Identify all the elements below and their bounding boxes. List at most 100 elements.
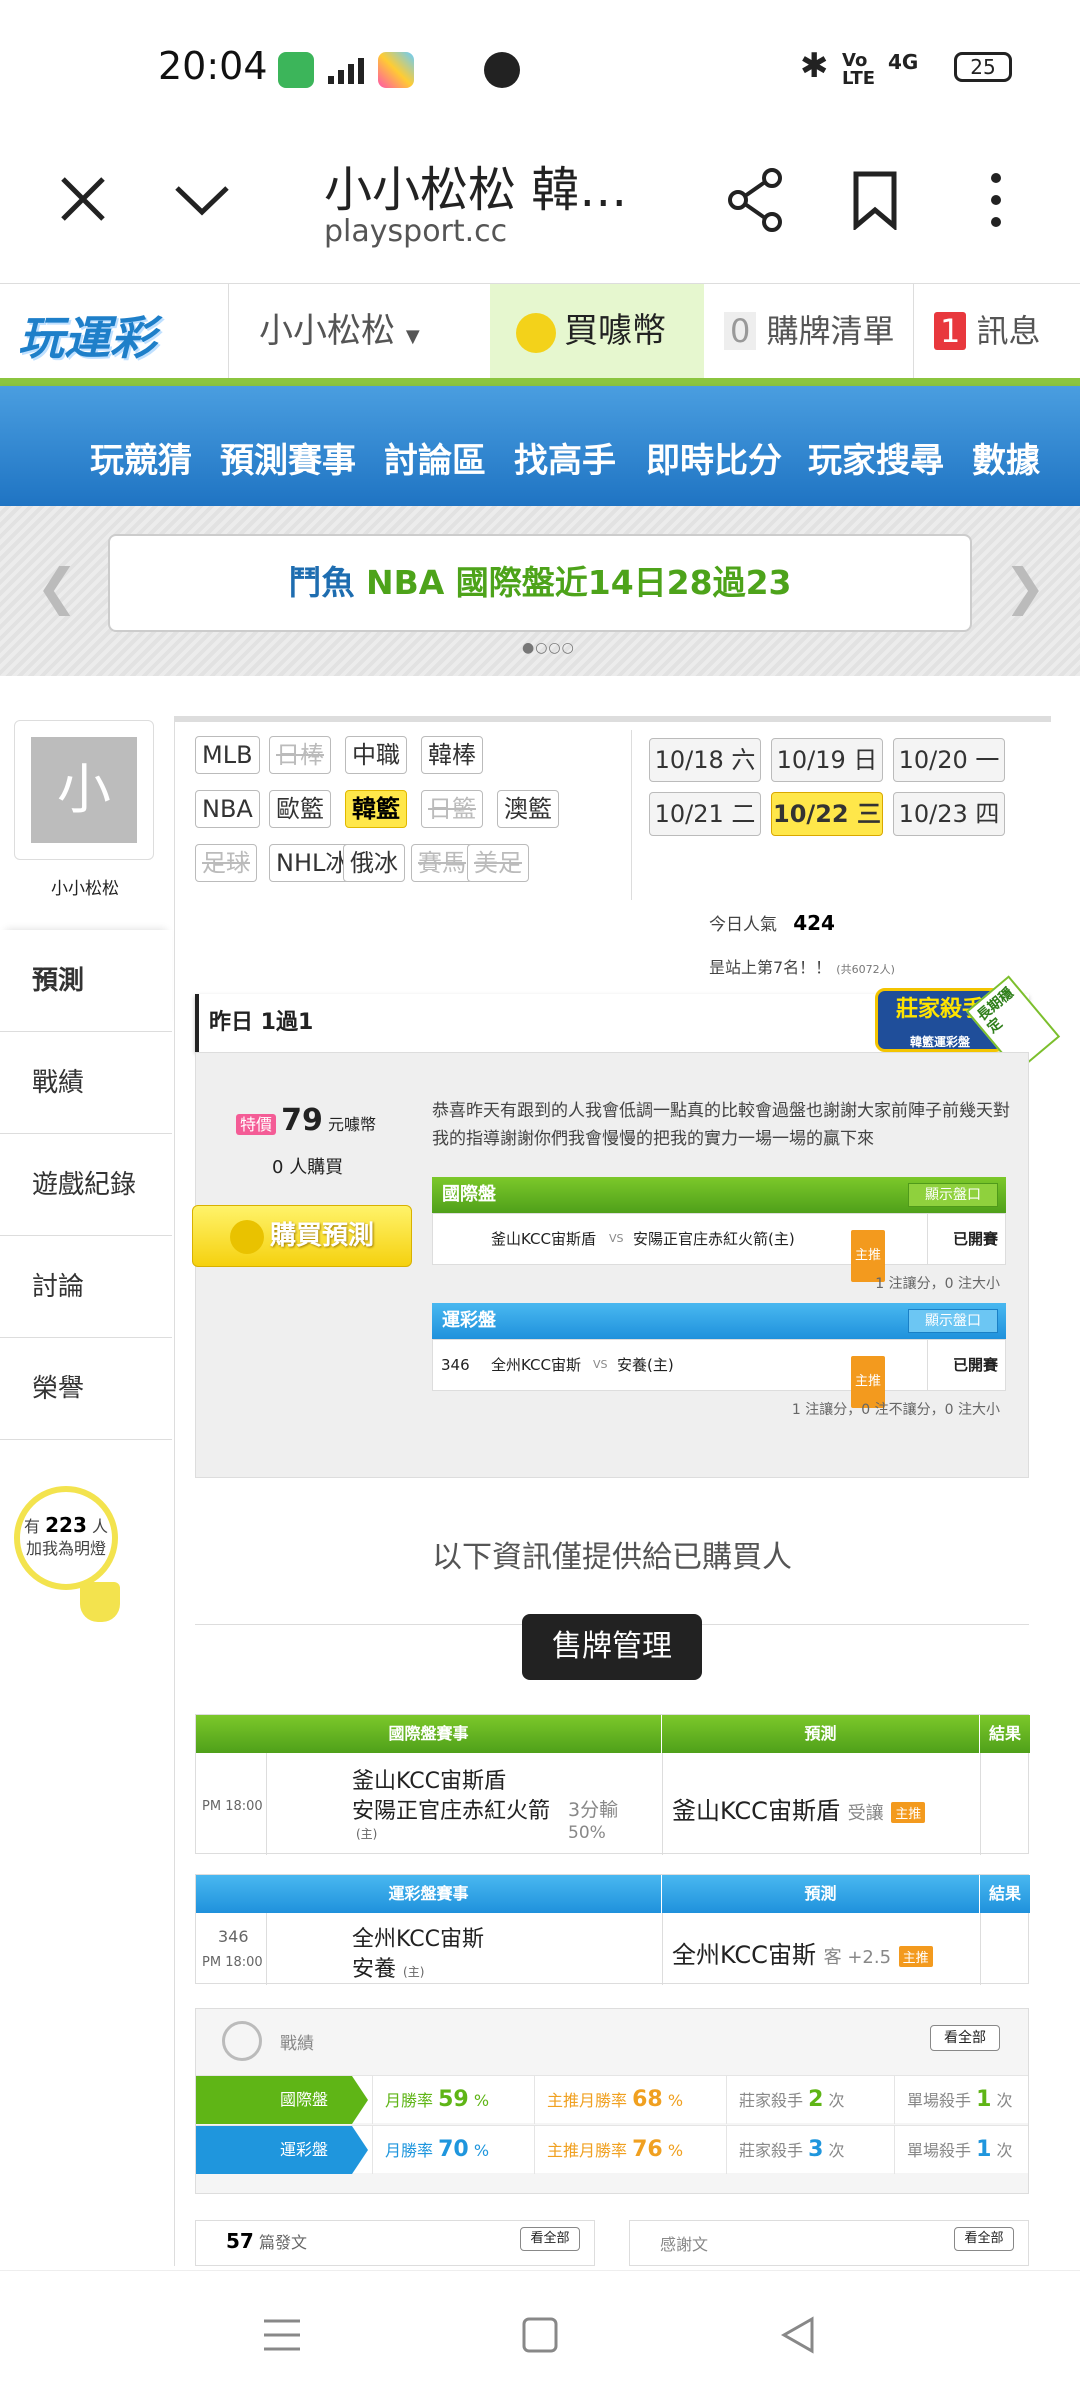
main-pick-badge: 主推 [898, 1945, 933, 1967]
posts-see-all-button[interactable]: 看全部 [520, 2227, 580, 2251]
promo-banner[interactable]: 鬥魚 NBA 國際盤近14日28過23 [108, 534, 972, 632]
posts-label: 篇發文 [258, 2233, 307, 2252]
record-row-name: 運彩盤 [280, 2140, 329, 2159]
buy-prediction-button[interactable]: 購買預測 [192, 1205, 412, 1267]
date-filter-item[interactable]: 10/20 一 [893, 738, 1005, 782]
intl-line: 3分輸 [568, 1799, 619, 1821]
sport-filter-item[interactable]: NBA [195, 790, 260, 828]
date-filter-item[interactable]: 10/18 六 [649, 738, 761, 782]
fans-count: 223 [45, 1513, 87, 1537]
avatar[interactable]: 小 [31, 737, 137, 843]
record-see-all-button[interactable]: 看全部 [930, 2025, 1000, 2051]
sport-filter-item[interactable]: 韓籃 [345, 790, 407, 828]
promo-carousel: ❮ 鬥魚 NBA 國際盤近14日28過23 ❯ ●○○○ [0, 506, 1080, 676]
tab-discussion[interactable]: 討論 [0, 1236, 172, 1338]
nav-item-experts[interactable]: 找高手 [514, 386, 616, 494]
coin-icon [516, 312, 556, 353]
caret-down-icon: ▼ [405, 326, 420, 347]
date-filter-item[interactable]: 10/19 日 [771, 738, 883, 782]
price-value: 79 [281, 1103, 323, 1138]
tab-prediction[interactable]: 預測 [0, 930, 172, 1032]
cart-button[interactable]: 0 購牌清單 [704, 284, 914, 378]
carousel-prev-icon[interactable]: ❮ [36, 558, 78, 616]
main-nav: 玩競猜 預測賽事 討論區 找高手 即時比分 玩家搜尋 數據 [0, 386, 1080, 506]
tab-honor[interactable]: 榮譽 [0, 1338, 172, 1440]
month-rate-value: 70 [438, 2137, 469, 2162]
follow-lightbulb[interactable]: 有 223 人加我為明燈 [14, 1486, 118, 1590]
buy-prediction-label: 購買預測 [269, 1221, 374, 1251]
sport-filter-item[interactable]: 韓棒 [421, 736, 483, 774]
lottery-games-table: 運彩盤賽事 預測 結果 346 PM 18:00 全州KCC宙斯 安養 (主) … [195, 1874, 1030, 1985]
system-nav-bar [0, 2270, 1080, 2400]
tab-record[interactable]: 戰績 [0, 1032, 172, 1134]
record-box: 戰績 看全部 國際盤 月勝率 59 % 主推月勝率 68 % 莊家殺手 2 次單場殺手… [195, 2008, 1029, 2194]
col-header-result: 結果 [988, 1724, 1021, 1743]
promo-text: NBA 國際盤近14日28過23 [365, 563, 792, 602]
vs-label: VS [593, 1358, 608, 1371]
popularity-label: 今日人氣 [709, 915, 777, 935]
nav-item-live-score[interactable]: 即時比分 [646, 386, 782, 494]
user-menu[interactable]: 小小松松 ▼ [228, 284, 492, 378]
fans-cta: 加我為明燈 [25, 1539, 106, 1558]
carousel-next-icon[interactable]: ❯ [1004, 558, 1046, 616]
sport-filter-item[interactable]: 俄冰 [343, 844, 405, 882]
site-logo[interactable]: 玩運彩 [18, 302, 156, 368]
page-url[interactable]: playsport.cc [324, 214, 507, 249]
intl-status: 已開賽 [953, 1230, 999, 1248]
fans-prefix: 有 [24, 1517, 41, 1536]
bookmark-icon[interactable] [852, 170, 898, 230]
intl-show-odds-button[interactable]: 顯示盤口 [908, 1183, 998, 1207]
lottery-pick-type: 客 +2.5 [823, 1947, 892, 1968]
nav-item-forum[interactable]: 討論區 [384, 386, 486, 494]
price-unit: 元噱幣 [327, 1115, 376, 1134]
nav-item-player-search[interactable]: 玩家搜尋 [808, 386, 944, 494]
more-options-icon[interactable] [984, 170, 1008, 230]
record-row-name: 國際盤 [280, 2090, 329, 2109]
record-cell: 單場殺手 1 次 [894, 2126, 1028, 2174]
single-killer-value: 1 [976, 2137, 992, 2162]
intl-home-team: 釜山KCC宙斯盾 [491, 1230, 596, 1248]
thanks-see-all-button[interactable]: 看全部 [954, 2227, 1014, 2251]
sport-filter-item: 足球 [195, 844, 257, 882]
back-icon[interactable] [778, 2315, 818, 2355]
page-title: 小小松松 韓… [324, 162, 628, 218]
buyers-label: 人購買 [289, 1157, 344, 1178]
nav-item-predict[interactable]: 預測賽事 [220, 386, 356, 494]
intl-match-row: 釜山KCC宙斯盾 VS 安陽正官庄赤紅火箭(主) 主推 已開賽 [432, 1213, 1006, 1282]
col-divider [266, 1913, 267, 1985]
status-bar: 20:04 ✱ Vo LTE 4G 25 [0, 0, 1080, 130]
menu-icon[interactable] [262, 2315, 302, 2355]
sport-filter-item[interactable]: MLB [195, 736, 260, 774]
nav-item-guess[interactable]: 玩競猜 [90, 386, 192, 494]
home-icon[interactable] [520, 2315, 560, 2355]
sport-filter-item[interactable]: 澳籃 [497, 790, 559, 828]
lottery-show-odds-button[interactable]: 顯示盤口 [908, 1309, 998, 1333]
sell-management-button[interactable]: 售牌管理 [522, 1614, 702, 1680]
sport-filter-item[interactable]: 歐籃 [269, 790, 331, 828]
nav-item-data[interactable]: 數據 [972, 386, 1040, 494]
lottery-pick: 全州KCC宙斯 客 +2.5 主推 [672, 1935, 933, 1970]
lottery-away-team: 安養(主) [617, 1356, 674, 1374]
sport-filter-item[interactable]: 中職 [345, 736, 407, 774]
record-cell: 單場殺手 1 次 [894, 2076, 1028, 2124]
col-divider [266, 1753, 267, 1855]
lottery-pick-team: 全州KCC宙斯 [672, 1941, 816, 1969]
messages-button[interactable]: 1 訊息 [914, 284, 1080, 378]
buy-coin-button[interactable]: 買噱幣 [490, 284, 704, 378]
main-pick-badge: 主推 [891, 1801, 926, 1823]
battery-level: 25 [970, 55, 996, 79]
lottery-team1: 全州KCC宙斯 [352, 1927, 484, 1952]
date-filter-item[interactable]: 10/22 三 [771, 792, 883, 836]
posts-summary: 57 篇發文 [226, 2229, 307, 2253]
record-cell: 月勝率 70 % [372, 2126, 526, 2174]
close-icon[interactable] [58, 174, 108, 224]
col-divider [662, 1753, 663, 1855]
share-icon[interactable] [726, 168, 786, 232]
tab-game-log[interactable]: 遊戲紀錄 [0, 1134, 172, 1236]
popularity-rank: 昰站上第7名！！ (共6072人) [709, 954, 895, 978]
date-filter-item[interactable]: 10/23 四 [893, 792, 1005, 836]
row-divider [927, 1340, 928, 1390]
site-header: 玩運彩 小小松松 ▼ 買噱幣 0 購牌清單 1 訊息 [0, 283, 1080, 379]
date-filter-item[interactable]: 10/21 二 [649, 792, 761, 836]
chevron-down-icon[interactable] [172, 180, 232, 220]
